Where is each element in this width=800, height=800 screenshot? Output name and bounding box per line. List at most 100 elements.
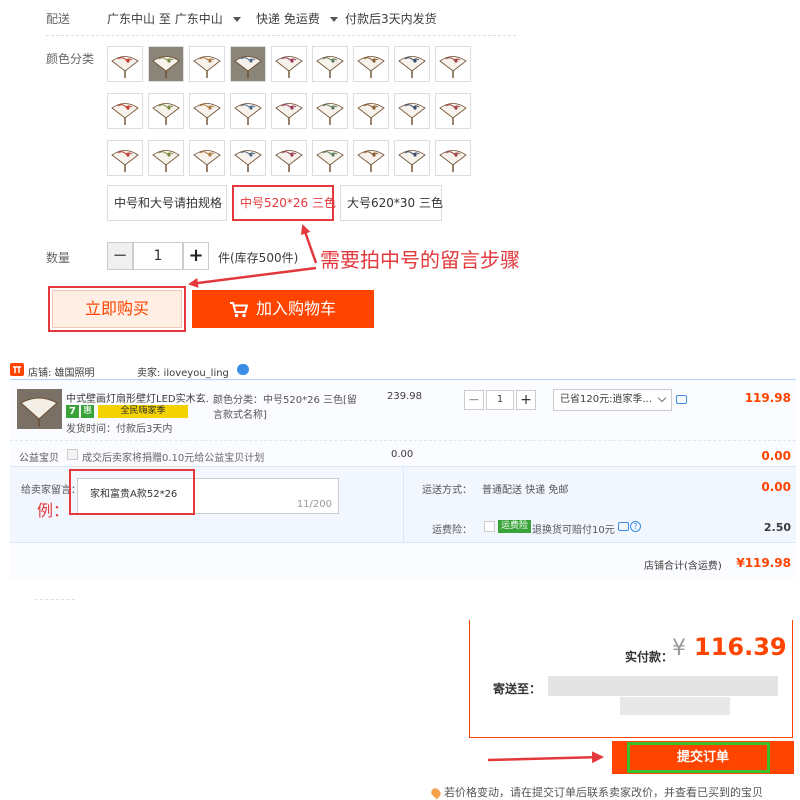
color-thumbnail[interactable] [148,93,184,129]
folding-fan-icon [316,56,344,78]
color-thumbnail[interactable] [394,140,430,176]
promo-comment-icon[interactable] [676,395,687,404]
color-thumbnail[interactable] [230,140,266,176]
screenshot-root: 配送 广东中山 至 广东中山 快递 免运费 付款后3天内发货 颜色分类 中号和大… [0,0,800,800]
charity-label: 公益宝贝 [19,453,59,464]
event-badge: 全民嗨家季 [98,405,188,418]
size-option-note[interactable]: 中号和大号请拍规格 [107,185,227,221]
order-divider [10,440,796,441]
color-thumbnail[interactable] [148,46,184,82]
quantity-plus-button[interactable]: + [183,242,209,270]
color-thumbnail[interactable] [435,93,471,129]
section-divider [46,35,516,36]
color-thumbnail[interactable] [230,46,266,82]
folding-fan-icon [275,150,303,172]
folding-fan-icon [439,150,467,172]
size-option-large[interactable]: 大号620*30 三色 [340,185,443,221]
folding-fan-icon [152,150,180,172]
insurance-label: 运费险： [432,525,472,536]
chevron-down-icon [232,17,241,22]
folding-fan-icon [275,103,303,125]
folding-fan-icon [398,150,426,172]
paid-value: 116.39 [694,633,787,661]
seller-name[interactable]: 卖家: iloveyou_ling [137,364,229,379]
quantity-minus-button[interactable]: − [107,242,133,270]
address-blur-2 [620,697,730,715]
color-thumbnail[interactable] [189,140,225,176]
chevron-down-icon [329,17,338,22]
color-thumbnail[interactable] [107,46,143,82]
quantity-label: 数量 [46,251,71,265]
product-title[interactable]: 中式壁画灯扇形壁灯LED实木玄... [66,390,208,405]
color-thumbnail[interactable] [107,140,143,176]
insurance-text: 退换货可赔付10元 [532,525,615,536]
shop-name[interactable]: 店铺: 雄国照明 [28,364,95,379]
item-subtotal: 119.98 [744,391,791,405]
color-thumbnail[interactable] [271,46,307,82]
insurance-comment-icon[interactable] [618,522,629,531]
charity-amount: 0.00 [761,449,791,463]
shop-total-label: 店铺合计(含运费) [644,561,722,572]
tmall-glyph [13,366,21,373]
arrow-to-submit [487,751,604,764]
folding-fan-icon [193,150,221,172]
insurance-badge: 运费险 [498,520,532,533]
folding-fan-icon [193,103,221,125]
folding-fan-icon [111,150,139,172]
buy-now-highlight [48,286,186,332]
arrow-to-medium-size [300,224,318,264]
message-highlight [69,469,195,515]
discount-badge: 惠 [81,405,94,418]
color-thumbnail[interactable] [394,46,430,82]
folding-fan-icon [439,56,467,78]
order-qty-input[interactable]: 1 [486,390,514,410]
color-thumbnail[interactable] [271,93,307,129]
folding-fan-icon [316,150,344,172]
delivery-to-word: 至 [158,12,171,26]
order-qty-minus[interactable]: − [464,390,484,410]
size-option-medium[interactable]: 中号520*26 三色 [232,185,336,221]
delivery-to: 广东中山 [174,12,223,26]
submit-highlight [627,742,770,773]
charity-checkbox[interactable] [67,449,78,460]
shipping-method-label: 快递 免运费 [256,12,320,26]
location-pin-icon [429,786,443,800]
color-thumbnail[interactable] [353,93,389,129]
promotion-select[interactable]: 已省120元:逍家季... [553,389,672,411]
color-thumbnail[interactable] [353,46,389,82]
color-thumbnail[interactable] [312,93,348,129]
add-to-cart-button[interactable]: 加入购物车 [192,290,374,328]
shipping-method[interactable]: 快递 免运费 [256,10,338,27]
order-qty-plus[interactable]: + [516,390,536,410]
product-thumbnail[interactable] [17,389,62,429]
color-thumbnail[interactable] [271,140,307,176]
color-thumbnail[interactable] [107,93,143,129]
price-change-notice: 若价格变动，请在提交订单后联系卖家改价，并查看已买到的宝贝 [429,784,763,800]
color-thumbnail[interactable] [312,140,348,176]
color-thumbnail[interactable] [435,140,471,176]
quantity-input[interactable]: 1 [133,242,183,270]
color-thumbnail[interactable] [189,93,225,129]
help-icon[interactable]: ? [630,521,641,532]
shipping-label: 运送方式： [422,485,472,496]
chat-bubble-icon[interactable] [237,364,249,375]
charity-text: 成交后卖家将捐赠0.10元给公益宝贝计划 [82,453,265,464]
insurance-checkbox[interactable] [484,521,495,532]
color-thumbnail[interactable] [435,46,471,82]
color-thumbnail[interactable] [394,93,430,129]
delivery-route[interactable]: 广东中山 至 广东中山 [107,10,241,27]
color-thumbnail[interactable] [189,46,225,82]
color-thumbnail[interactable] [312,46,348,82]
folding-fan-icon [357,150,385,172]
color-thumbnail[interactable] [230,93,266,129]
paid-label: 实付款： [625,650,674,664]
folding-fan-icon [398,103,426,125]
folding-fan-icon [275,56,303,78]
folding-fan-icon [398,56,426,78]
chevron-down-icon [657,393,667,403]
color-thumbnail[interactable] [148,140,184,176]
folding-fan-icon [152,56,180,78]
address-blur-1 [548,676,778,696]
folding-fan-icon [234,103,262,125]
color-thumbnail[interactable] [353,140,389,176]
